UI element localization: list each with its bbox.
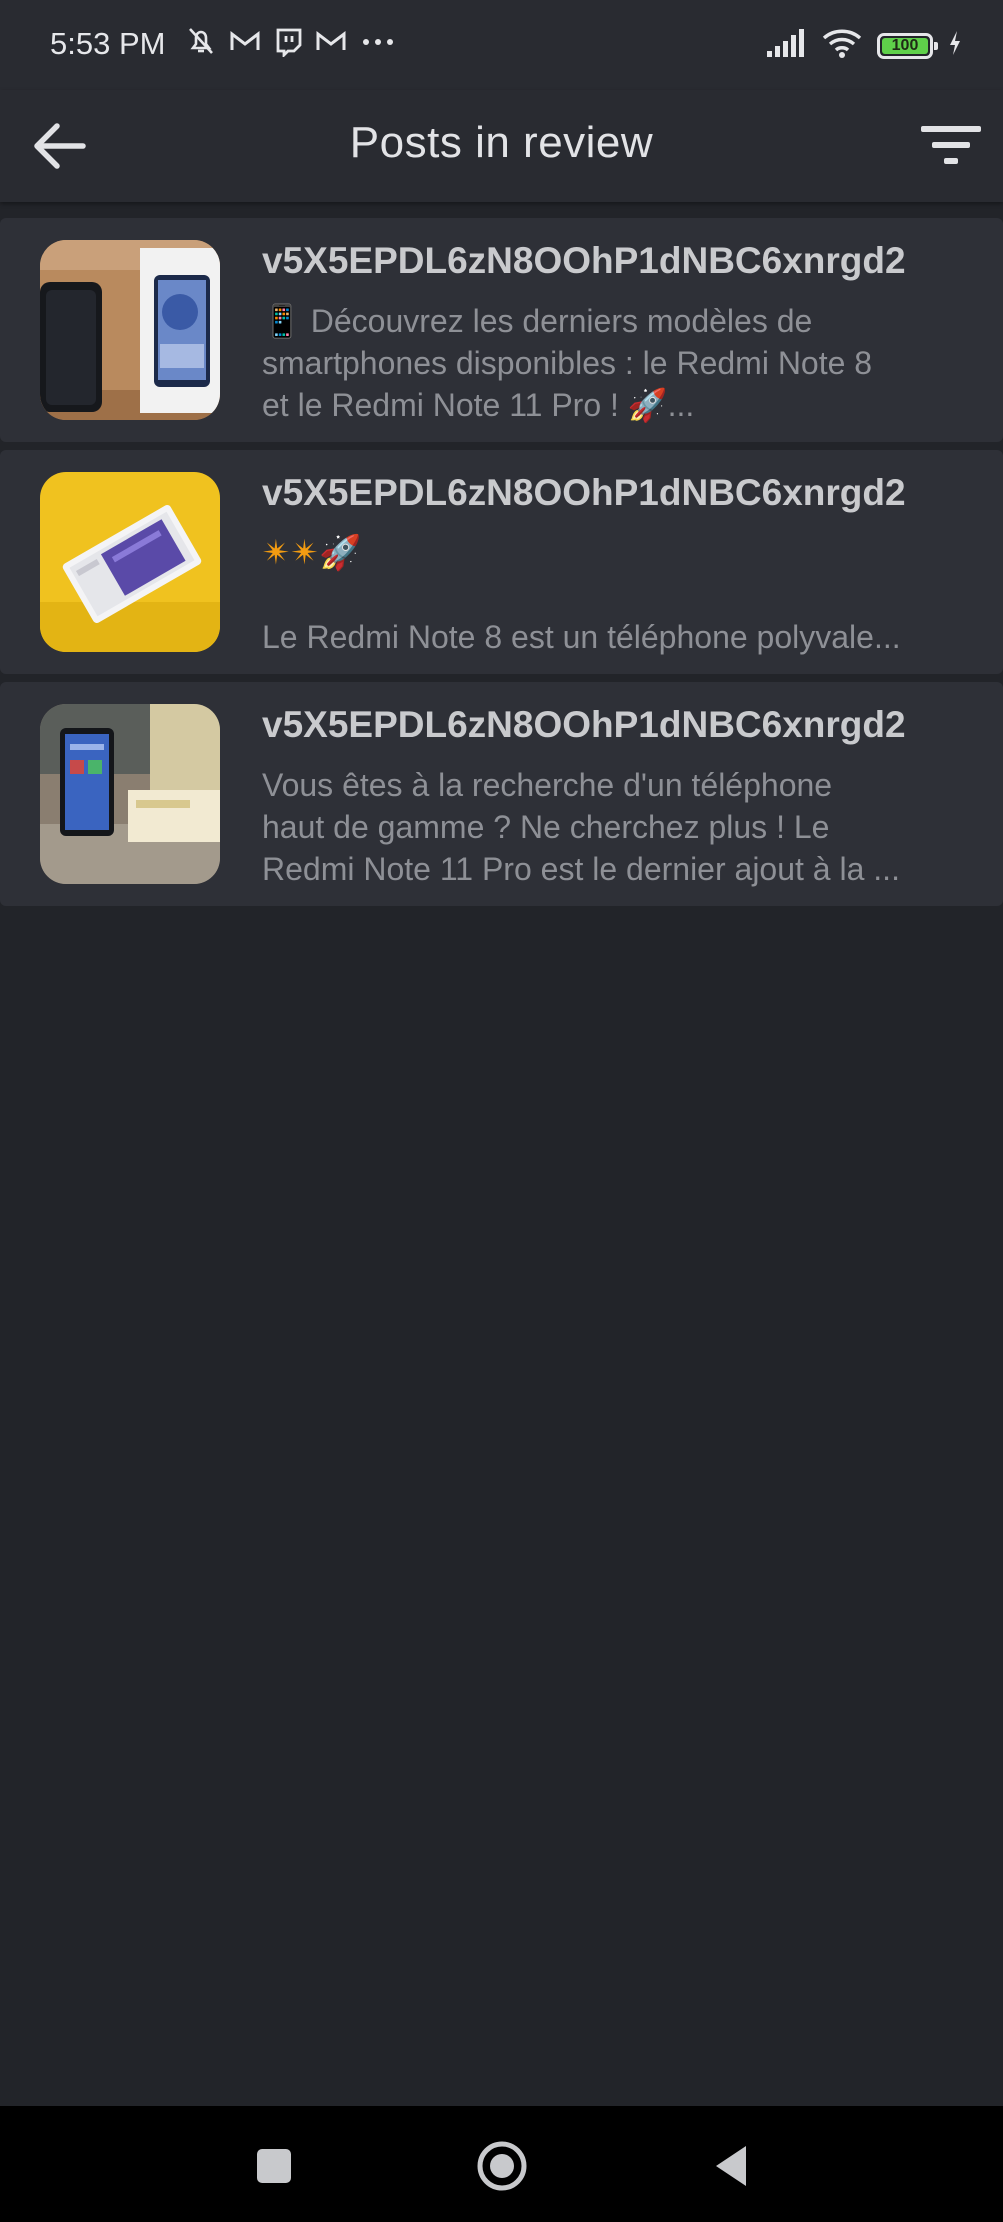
excerpt-line: Vous êtes à la recherche d'un téléphone: [262, 767, 833, 803]
charging-icon: [947, 29, 963, 62]
battery-level: 100: [891, 36, 919, 54]
post-author: v5X5EPDL6zN8OOhP1dNBC6xnrgd2: [262, 704, 906, 745]
post-list-item[interactable]: v5X5EPDL6zN8OOhP1dNBC6xnrgd2 📱 Découvrez…: [0, 218, 1003, 442]
navigation-bar: [0, 2106, 1003, 2222]
alarm-off-icon: [184, 24, 218, 58]
notification-icons: [184, 24, 398, 58]
status-bar: 5:53 PM 100: [0, 0, 1003, 90]
post-list-item[interactable]: v5X5EPDL6zN8OOhP1dNBC6xnrgd2 Vous êtes à…: [0, 682, 1003, 906]
twitch-icon: [272, 25, 304, 57]
excerpt-line: Redmi Note 11 Pro est le dernier ajout à…: [262, 851, 900, 887]
page-title: Posts in review: [349, 118, 654, 167]
screen: 5:53 PM 100 Posts in review v5X5EPDL6zN8…: [0, 0, 1003, 2222]
recent-apps-button[interactable]: [242, 2134, 306, 2198]
post-list: v5X5EPDL6zN8OOhP1dNBC6xnrgd2 📱 Découvrez…: [0, 218, 1003, 914]
filter-button[interactable]: [913, 108, 989, 184]
post-excerpt: ✴✴🚀 Le Redmi Note 8 est un téléphone pol…: [262, 532, 982, 658]
excerpt-line: 📱 Découvrez les derniers modèles de: [262, 303, 813, 339]
phone-on-table-thumbnail: [40, 704, 220, 884]
emoji-line: ✴✴🚀: [262, 534, 362, 572]
post-excerpt: 📱 Découvrez les derniers modèles de smar…: [262, 300, 982, 426]
signal-icon: [765, 27, 807, 64]
more-dots-icon: [358, 26, 398, 56]
phone-box-yellow-thumbnail: [40, 472, 220, 652]
back-triangle-icon: [716, 2146, 746, 2186]
battery-icon: 100: [877, 32, 938, 59]
recent-apps-icon: [257, 2149, 291, 2183]
excerpt-line: smartphones disponibles : le Redmi Note …: [262, 345, 873, 381]
back-nav-button[interactable]: [700, 2134, 764, 2198]
excerpt-line: et le Redmi Note 11 Pro ! 🚀...: [262, 387, 695, 423]
wifi-icon: [821, 26, 863, 65]
post-author: v5X5EPDL6zN8OOhP1dNBC6xnrgd2: [262, 240, 906, 281]
phone-box-thumbnail: [40, 240, 220, 420]
mail-icon: [228, 26, 262, 56]
home-button[interactable]: [470, 2134, 534, 2198]
system-icons: 100: [765, 26, 963, 65]
excerpt-line: [262, 574, 982, 616]
mail-icon: [314, 26, 348, 56]
home-icon: [477, 2141, 527, 2191]
post-author: v5X5EPDL6zN8OOhP1dNBC6xnrgd2: [262, 472, 906, 513]
filter-icon: [921, 126, 981, 164]
post-excerpt: Vous êtes à la recherche d'un téléphone …: [262, 764, 982, 890]
app-bar: Posts in review: [0, 90, 1003, 202]
status-time: 5:53 PM: [50, 26, 166, 61]
excerpt-line: Le Redmi Note 8 est un téléphone polyval…: [262, 619, 901, 655]
post-list-item[interactable]: v5X5EPDL6zN8OOhP1dNBC6xnrgd2 ✴✴🚀 Le Redm…: [0, 450, 1003, 674]
excerpt-line: haut de gamme ? Ne cherchez plus ! Le: [262, 809, 830, 845]
